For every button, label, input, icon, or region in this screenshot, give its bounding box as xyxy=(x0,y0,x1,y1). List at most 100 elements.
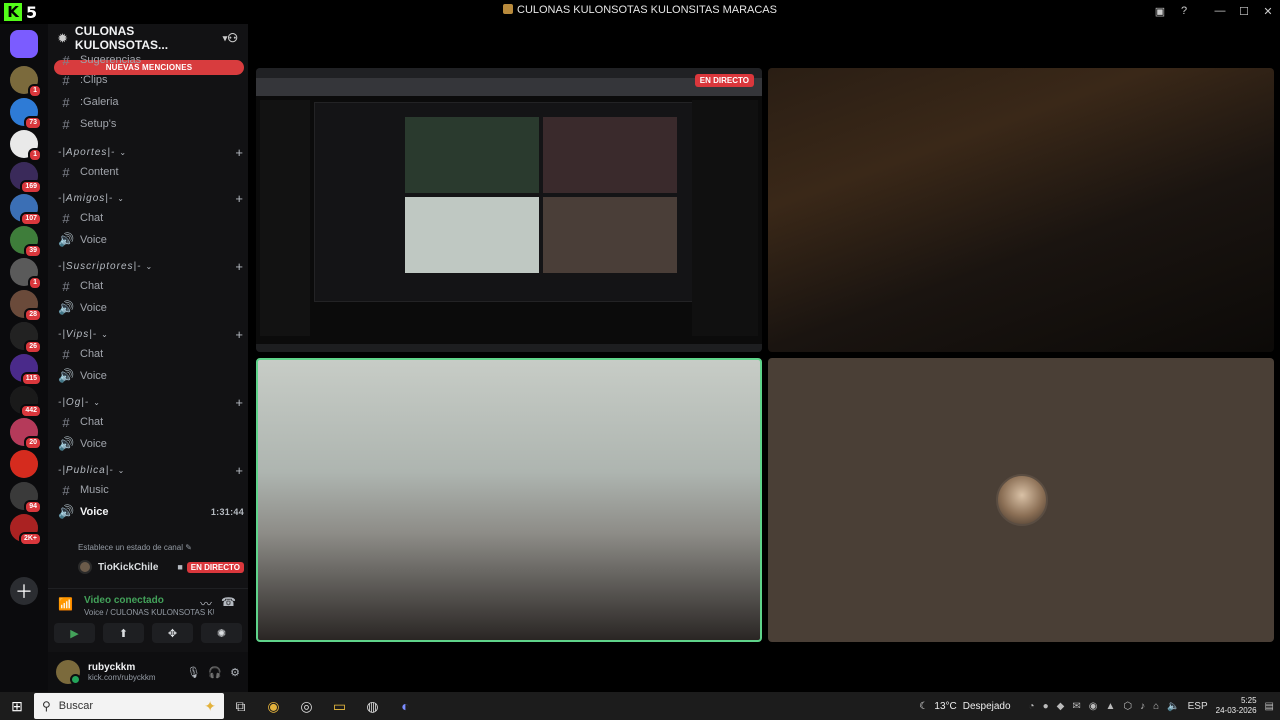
chrome-icon[interactable]: ◉ xyxy=(257,692,290,720)
voice-status-subtitle[interactable]: Voice / CULONAS KULONSOTAS KU... xyxy=(84,608,214,617)
channel-chat[interactable]: # Chat xyxy=(58,276,244,296)
camera-tile-speaking[interactable] xyxy=(256,358,762,642)
microphone-icon[interactable]: 🎙 xyxy=(186,666,200,679)
channel-chat[interactable]: # Chat xyxy=(58,208,244,228)
disconnect-icon[interactable]: ☎ xyxy=(221,595,236,609)
category-header[interactable]: -|Aportes|- ⌄ + xyxy=(58,144,244,160)
channel-voice[interactable]: 🔊 Voice xyxy=(58,298,244,318)
channel-voice[interactable]: 🔊 Voice 1:31:44 xyxy=(58,502,244,522)
avatar[interactable] xyxy=(56,660,81,685)
camera-tile[interactable] xyxy=(768,68,1274,352)
server-purple-icon[interactable]: 115 xyxy=(10,354,42,386)
invite-icon[interactable]: ⚇ xyxy=(227,31,238,45)
channel-voice[interactable]: 🔊 Voice xyxy=(58,434,244,454)
tray-icon[interactable]: ▲ xyxy=(1105,701,1115,712)
add-channel-icon[interactable]: + xyxy=(235,145,244,160)
clock[interactable]: 5:25 24-03-2026 xyxy=(1216,696,1257,716)
tray-icon[interactable]: ⬡ xyxy=(1123,701,1132,712)
server-group-icon[interactable]: 94 xyxy=(10,482,42,514)
add-channel-icon[interactable]: + xyxy=(235,191,244,206)
server-red-icon[interactable]: 2K+ xyxy=(10,514,42,546)
channel-voice[interactable]: 🔊 Voice xyxy=(58,366,244,386)
tray-icon[interactable]: ♪ xyxy=(1140,701,1145,712)
twitch-dm-icon[interactable] xyxy=(10,30,38,58)
channel-music[interactable]: # Music xyxy=(58,480,244,500)
speaker-icon: 🔊 xyxy=(58,368,75,383)
file-explorer-icon[interactable]: ▭ xyxy=(323,692,356,720)
channel-chat[interactable]: # Chat xyxy=(58,344,244,364)
speaker-icon: 🔊 xyxy=(58,504,75,519)
server-green-icon[interactable]: 39 xyxy=(10,226,42,258)
headphones-icon[interactable]: 🎧 xyxy=(208,666,222,679)
add-channel-icon[interactable]: + xyxy=(235,395,244,410)
tray-icon[interactable]: ✉ xyxy=(1072,701,1080,712)
maximize-button[interactable]: ☐ xyxy=(1232,5,1256,18)
hash-icon: # xyxy=(62,346,70,362)
add-channel-icon[interactable]: + xyxy=(235,259,244,274)
server-gray-icon[interactable]: 1 xyxy=(10,258,42,290)
speaker-icon: 🔊 xyxy=(58,300,75,315)
volume-icon[interactable]: 🔈 xyxy=(1167,701,1179,712)
noise-suppression-icon[interactable]: 〰 xyxy=(200,595,212,612)
server-white-icon[interactable]: 1 xyxy=(10,130,42,162)
server-blue-icon[interactable]: 73 xyxy=(10,98,42,130)
windows-start-icon[interactable]: ⊞ xyxy=(0,692,34,720)
weather-widget[interactable]: ☾ 13°C Despejado xyxy=(919,701,1010,712)
search-box[interactable]: ⚲ Buscar ✦ xyxy=(34,693,224,719)
screen-share-tile[interactable]: EN DIRECTO xyxy=(256,68,762,352)
server-yaper-icon[interactable]: 442 xyxy=(10,386,42,418)
server-dark-icon[interactable]: 169 xyxy=(10,162,42,194)
channel-chat[interactable]: # Chat xyxy=(58,412,244,432)
network-icon[interactable]: ⌂ xyxy=(1153,701,1159,712)
notifications-icon[interactable]: ▤ xyxy=(1265,701,1274,712)
language-indicator[interactable]: ESP xyxy=(1188,701,1208,712)
screen-share-button[interactable]: ⬆ xyxy=(103,623,144,643)
category-header[interactable]: -|Og|- ⌄ + xyxy=(58,394,244,410)
category-header[interactable]: -|Vips|- ⌄ + xyxy=(58,326,244,342)
user-panel: rubyckkm kick.com/rubyckkm 🎙 🎧 ⚙ xyxy=(48,652,248,692)
channel-sugerencias[interactable]: # Sugerencias xyxy=(58,50,244,70)
server-blue2-icon[interactable]: 107 xyxy=(10,194,42,226)
close-button[interactable]: ✕ xyxy=(1256,5,1280,18)
server-chile-icon[interactable] xyxy=(10,450,38,478)
server-char-icon[interactable]: 28 xyxy=(10,290,42,322)
server-pink-icon[interactable]: 20 xyxy=(10,418,42,450)
mention-badge: 107 xyxy=(20,212,42,226)
tray-icon[interactable]: ◆ xyxy=(1057,701,1065,712)
add-channel-icon[interactable]: + xyxy=(235,463,244,478)
tray-icon[interactable]: ● xyxy=(1043,701,1049,712)
category-header[interactable]: -|Amigos|- ⌄ + xyxy=(58,190,244,206)
category-header[interactable]: -|Suscriptores|- ⌄ + xyxy=(58,258,244,274)
user-settings-icon[interactable]: ⚙ xyxy=(230,666,240,679)
obs-icon[interactable]: ◎ xyxy=(290,692,323,720)
server-rubyc-icon[interactable]: 1 xyxy=(10,66,42,98)
speaker-icon: 🔊 xyxy=(58,436,75,451)
help-icon[interactable]: ? xyxy=(1172,5,1196,17)
avatar xyxy=(78,560,92,574)
camera-button[interactable]: ▶ xyxy=(54,623,95,643)
avatar-tile[interactable] xyxy=(768,358,1274,642)
channel-clips[interactable]: #:Clips xyxy=(58,70,244,90)
channel-content[interactable]: # Content xyxy=(58,162,244,182)
activities-button[interactable]: ✥ xyxy=(152,623,193,643)
tray-icon[interactable]: ◉ xyxy=(1089,701,1098,712)
channel-status[interactable]: Establece un estado de canal ✎ xyxy=(78,543,192,552)
task-view-icon[interactable]: ⧉ xyxy=(224,692,257,720)
signal-icon[interactable]: 📶 xyxy=(58,597,73,611)
voice-member[interactable]: TioKickChile ■ EN DIRECTO xyxy=(78,558,244,576)
add-server-button[interactable]: ＋ xyxy=(10,577,38,605)
inbox-icon[interactable]: ▣ xyxy=(1148,5,1172,18)
tray-icon[interactable]: ◔ xyxy=(1029,701,1035,712)
server-tca-icon[interactable]: 26 xyxy=(10,322,42,354)
channel-sidebar: ✹ CULONAS KULONSOTAS... ▾ ⚇ NUEVAS MENCI… xyxy=(48,24,248,692)
discord-icon[interactable]: ◐ xyxy=(389,692,422,720)
add-channel-icon[interactable]: + xyxy=(235,327,244,342)
app-icon[interactable]: ◍ xyxy=(356,692,389,720)
category-header[interactable]: -|Publica|- ⌄ + xyxy=(58,462,244,478)
channel-galeria[interactable]: #:Galeria xyxy=(58,92,244,112)
minimize-button[interactable]: — xyxy=(1208,5,1232,17)
channel-setups[interactable]: # Setup's xyxy=(58,114,244,134)
server-header[interactable]: ✹ CULONAS KULONSOTAS... ▾ ⚇ xyxy=(48,24,248,52)
channel-voice[interactable]: 🔊 Voice xyxy=(58,230,244,250)
soundboard-button[interactable]: ✺ xyxy=(201,623,242,643)
